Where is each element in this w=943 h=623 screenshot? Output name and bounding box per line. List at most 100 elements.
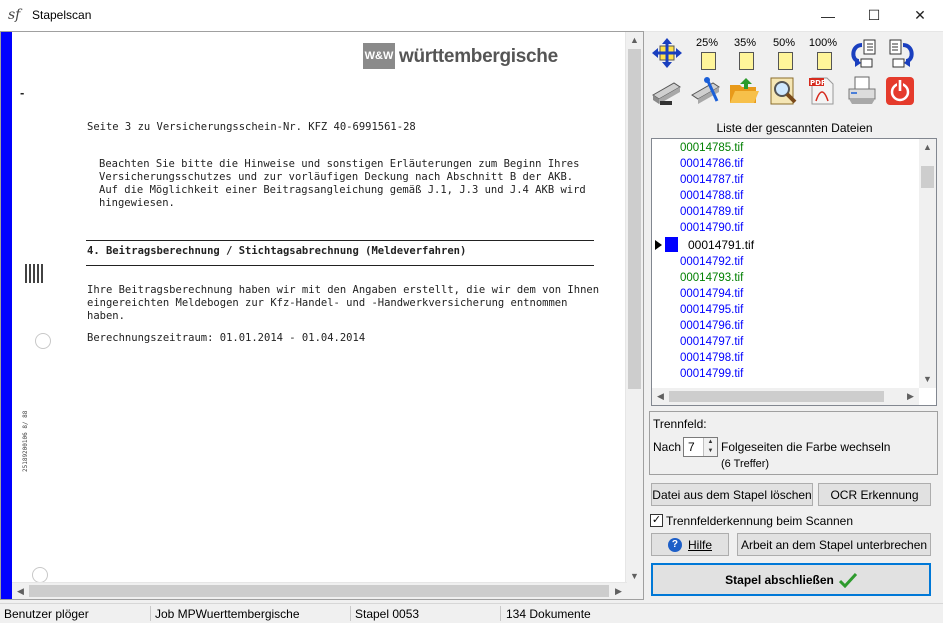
doc-section-title: 4. Beitragsberechnung / Stichtagsabrechn…	[87, 245, 467, 257]
status-documents: 134 Dokumente	[506, 607, 591, 621]
viewer-horizontal-scrollbar[interactable]: ◀ ▶	[12, 582, 627, 599]
separator-color-bar	[1, 32, 12, 599]
viewer-vscroll-thumb[interactable]	[628, 49, 641, 389]
list-item[interactable]: 00014793.tif	[680, 270, 743, 286]
list-item[interactable]: 00014799.tif	[680, 366, 743, 382]
help-button-label: Hilfe	[687, 537, 712, 552]
zoom-35-label: 35%	[733, 37, 757, 49]
list-item[interactable]: 00014786.tif	[680, 156, 743, 172]
viewer-hscroll-thumb[interactable]	[29, 585, 609, 597]
doc-period-line: Berechnungszeitraum: 01.01.2014 - 01.04.…	[87, 332, 366, 344]
scanner-settings-icon[interactable]	[689, 75, 721, 107]
sf-logo-icon: sf	[8, 7, 21, 23]
ww-logo-text: württembergische	[399, 46, 558, 67]
section-divider-bottom	[86, 265, 594, 266]
close-button[interactable]: ✕	[897, 0, 943, 31]
list-item[interactable]: 00014790.tif	[680, 220, 743, 236]
file-list[interactable]: 00014785.tif 00014786.tif 00014787.tif 0001…	[651, 138, 937, 406]
list-item[interactable]: 00014796.tif	[680, 318, 743, 334]
finish-batch-button[interactable]: Stapel abschließen	[651, 563, 931, 596]
punch-hole-top	[35, 333, 51, 349]
ocr-button[interactable]: OCR Erkennung	[818, 483, 931, 506]
viewer-vertical-scrollbar[interactable]: ▲ ▼	[625, 32, 643, 585]
checkmark-icon	[838, 572, 857, 588]
pause-batch-button[interactable]: Arbeit an dem Stapel unterbrechen	[737, 533, 931, 556]
separator-suffix: Folgeseiten die Farbe wechseln	[721, 440, 891, 454]
current-item-arrow-icon	[655, 240, 662, 250]
fit-page-icon[interactable]	[651, 37, 683, 69]
list-item[interactable]: 00014791.tif	[688, 237, 754, 253]
maximize-button[interactable]: ☐	[851, 0, 897, 31]
list-item[interactable]: 00014795.tif	[680, 302, 743, 318]
print-icon[interactable]	[846, 75, 878, 107]
datamatrix-code	[25, 264, 44, 283]
side-code-text: 25189200106 8/ 88	[22, 410, 29, 472]
status-batch: Stapel 0053	[355, 607, 420, 621]
list-scroll-left-icon[interactable]: ◀	[652, 388, 669, 405]
zoom-25-icon[interactable]	[701, 52, 716, 70]
status-separator	[150, 606, 151, 621]
scroll-right-icon[interactable]: ▶	[610, 583, 627, 599]
help-icon: ?	[667, 537, 682, 552]
svg-text:PDF: PDF	[810, 79, 826, 87]
delete-file-button[interactable]: Datei aus dem Stapel löschen	[651, 483, 813, 506]
doc-paragraph-2: Ihre Beitragsberechnung haben wir mit de…	[87, 284, 600, 322]
separator-page-stepper[interactable]: 7 ▲ ▼	[683, 437, 718, 457]
status-separator	[500, 606, 501, 621]
list-item[interactable]: 00014789.tif	[680, 204, 743, 220]
scroll-up-icon[interactable]: ▲	[626, 32, 643, 49]
document-viewer[interactable]: W&W württembergische - Seite 3 zu Versic…	[0, 31, 644, 600]
rotate-left-icon[interactable]	[847, 37, 879, 69]
search-document-icon[interactable]	[767, 75, 799, 107]
finish-batch-label: Stapel abschließen	[725, 572, 834, 587]
window-title: Stapelscan	[32, 8, 92, 22]
file-list-hscroll-thumb[interactable]	[669, 391, 884, 402]
status-bar: Benutzer plöger Job MPWuerttembergische …	[0, 603, 943, 623]
file-list-title: Liste der gescannten Dateien	[716, 121, 873, 135]
zoom-25-label: 25%	[695, 37, 719, 49]
scanner-icon[interactable]	[650, 75, 682, 107]
section-divider-top	[86, 240, 594, 241]
zoom-35-icon[interactable]	[739, 52, 754, 70]
list-scroll-up-icon[interactable]: ▲	[919, 139, 936, 156]
status-separator	[350, 606, 351, 621]
list-item[interactable]: 00014794.tif	[680, 286, 743, 302]
list-item[interactable]: 00014798.tif	[680, 350, 743, 366]
separator-page-value[interactable]: 7	[688, 440, 695, 454]
stepper-arrows-icon[interactable]: ▲ ▼	[703, 438, 717, 456]
file-list-hscrollbar[interactable]: ◀ ▶	[652, 388, 919, 405]
open-folder-icon[interactable]	[728, 75, 760, 107]
pdf-icon[interactable]: PDF	[806, 75, 838, 107]
separator-marker-icon	[665, 237, 678, 252]
scrollbar-corner	[626, 583, 643, 599]
zoom-100-label: 100%	[808, 37, 838, 49]
separator-prefix: Nach	[653, 440, 682, 454]
document-page: W&W württembergische - Seite 3 zu Versic…	[12, 32, 627, 585]
doc-paragraph-1: Beachten Sie bitte die Hinweise und sons…	[99, 158, 586, 209]
file-list-vscroll-thumb[interactable]	[921, 166, 934, 188]
list-item[interactable]: 00014792.tif	[680, 254, 743, 270]
zoom-50-label: 50%	[772, 37, 796, 49]
status-job: Job MPWuerttembergische	[155, 607, 300, 621]
file-list-vscrollbar[interactable]: ▲ ▼	[919, 139, 936, 388]
ww-logo-badge: W&W	[363, 43, 395, 69]
punch-hole-bottom	[32, 567, 48, 583]
minimize-button[interactable]: —	[805, 0, 851, 31]
title-bar: sf Stapelscan — ☐ ✕	[0, 0, 943, 32]
separator-detection-checkbox[interactable]: ✓	[650, 514, 663, 527]
zoom-50-icon[interactable]	[778, 52, 793, 70]
help-button[interactable]: ? Hilfe	[651, 533, 729, 556]
scroll-left-icon[interactable]: ◀	[12, 583, 29, 599]
separator-hits: (6 Treffer)	[721, 458, 770, 470]
list-scroll-right-icon[interactable]: ▶	[902, 388, 919, 405]
status-user: Benutzer plöger	[4, 607, 89, 621]
list-item[interactable]: 00014787.tif	[680, 172, 743, 188]
list-item[interactable]: 00014797.tif	[680, 334, 743, 350]
zoom-100-icon[interactable]	[817, 52, 832, 70]
power-icon[interactable]	[884, 75, 916, 107]
list-item[interactable]: 00014788.tif	[680, 188, 743, 204]
rotate-right-icon[interactable]	[886, 37, 918, 69]
doc-heading-line: Seite 3 zu Versicherungsschein-Nr. KFZ 4…	[87, 121, 416, 133]
list-scroll-down-icon[interactable]: ▼	[919, 371, 936, 388]
list-item[interactable]: 00014785.tif	[680, 140, 743, 156]
